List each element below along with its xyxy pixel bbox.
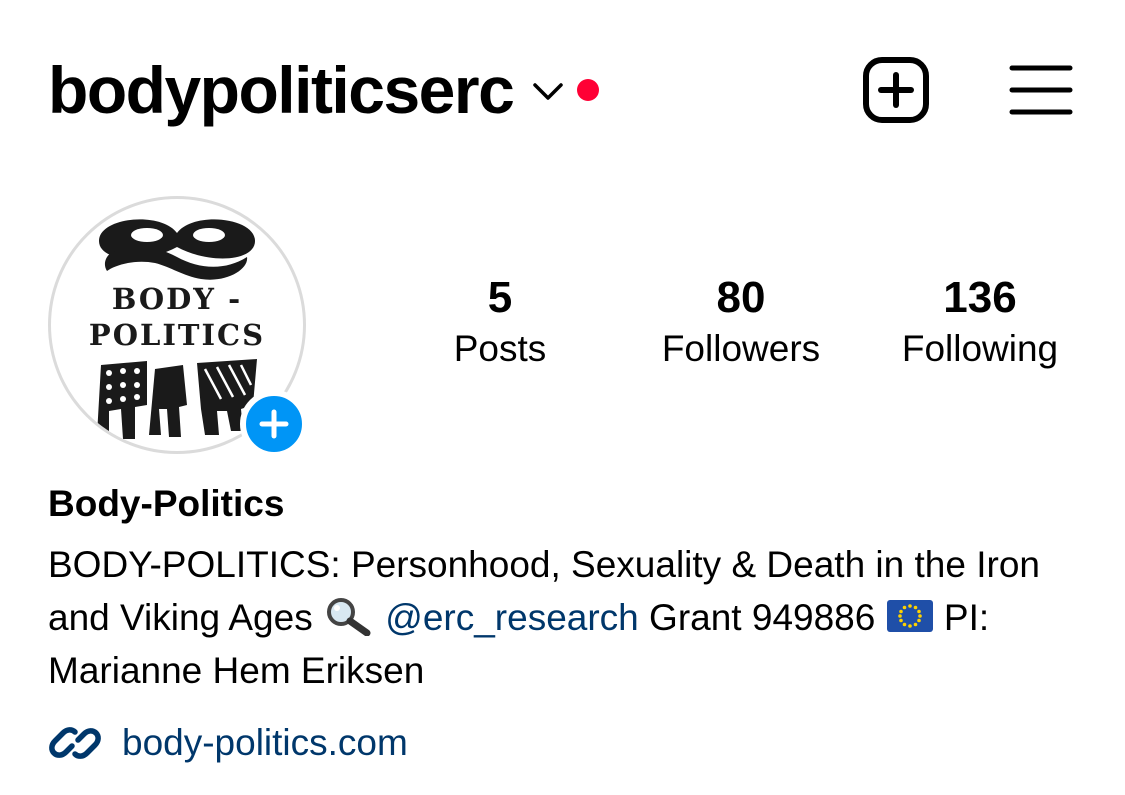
hamburger-menu-icon[interactable] — [1008, 62, 1074, 118]
new-post-button[interactable] — [862, 56, 930, 124]
username: bodypoliticserc — [48, 53, 515, 127]
display-name: Body-Politics — [48, 483, 285, 524]
posts-label: Posts — [453, 328, 547, 369]
followers-label: Followers — [661, 328, 821, 369]
posts-value: 5 — [487, 273, 513, 322]
bio-text-grant: Grant 949886 — [638, 597, 886, 638]
logo-text-line1: BODY - — [112, 282, 242, 316]
eu-flag-icon — [886, 600, 933, 632]
plus-icon — [259, 409, 289, 439]
chevron-down-icon — [533, 83, 564, 100]
posts-count[interactable]: 5 Posts — [430, 272, 570, 374]
add-story-button[interactable] — [240, 390, 308, 458]
website-url: body-politics.com — [122, 722, 408, 763]
following-value: 136 — [943, 273, 1017, 322]
mention-link[interactable]: @erc_research — [385, 597, 639, 638]
profile-bio: BODY-POLITICS: Personhood, Sexuality & D… — [48, 538, 1088, 697]
following-count[interactable]: 136 Following — [880, 272, 1080, 374]
link-icon — [49, 727, 101, 759]
account-switcher[interactable]: bodypoliticserc — [48, 52, 600, 128]
notification-dot — [577, 79, 600, 101]
website-link[interactable]: body-politics.com — [48, 716, 408, 770]
followers-value: 80 — [716, 273, 766, 322]
following-label: Following — [901, 328, 1059, 369]
profile-header: bodypoliticserc — [0, 0, 1125, 180]
logo-text-line2: POLITICS — [89, 318, 265, 352]
followers-count[interactable]: 80 Followers — [636, 272, 846, 374]
magnifying-glass-icon — [326, 598, 371, 636]
